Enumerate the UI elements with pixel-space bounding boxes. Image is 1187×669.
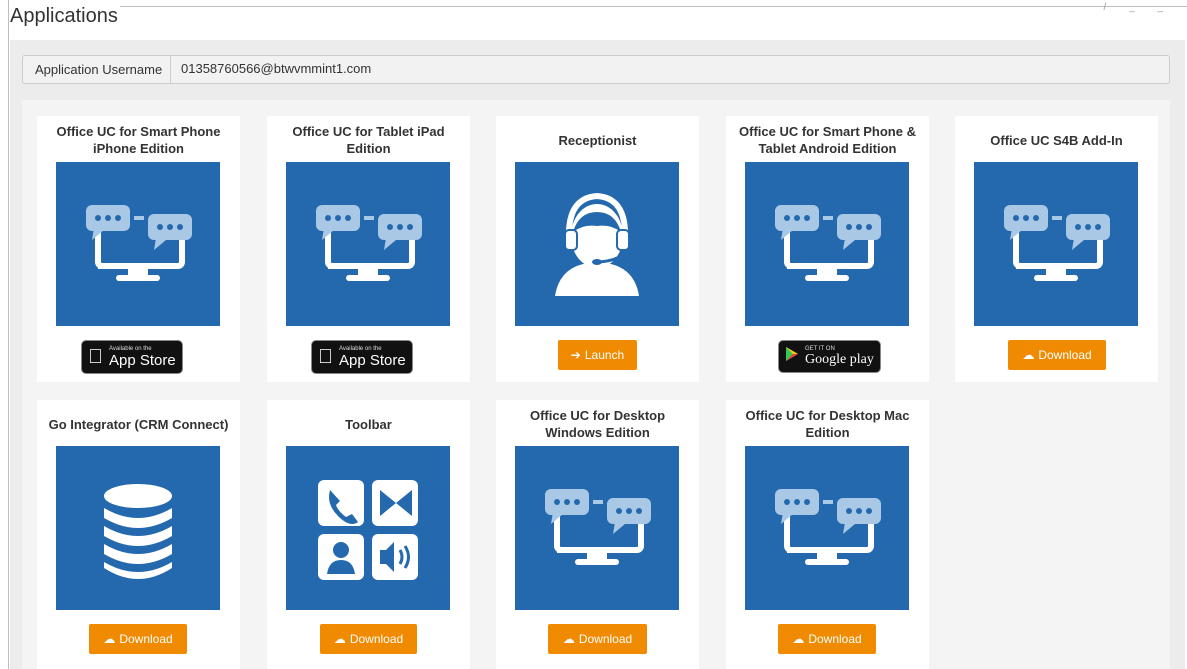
app-card-receptionist: Receptionist ➔ Launch [496,116,699,382]
google-play-badge[interactable]: GET IT ON Google play [778,340,881,373]
launch-button[interactable]: ➔ Launch [558,340,637,370]
apps-grid: Office UC for Smart Phone iPhone Edition… [22,100,1170,669]
app-card-s4b: Office UC S4B Add-In ☁ Download [955,116,1158,382]
app-title: Office UC for Tablet iPad Edition [292,124,445,156]
chat-monitor-icon [745,446,909,610]
download-button[interactable]: ☁ Download [320,624,417,654]
chat-monitor-icon [515,446,679,610]
app-card-go-integrator: Go Integrator (CRM Connect) ☁ Download [37,400,240,669]
app-card-desktop-mac: Office UC for Desktop Mac Edition ☁ Down… [726,400,929,669]
toolbar-icon [286,446,450,610]
top-rule [120,6,1187,7]
username-box: Application Username 01358760566@btwvmmi… [22,55,1170,84]
app-store-badge[interactable]:  Available on the App Store [81,340,183,374]
cloud-download-icon: ☁ [333,632,346,646]
app-title: Office UC S4B Add-In [990,132,1123,148]
apple-icon:  [88,347,103,367]
headset-icon [515,162,679,326]
chat-monitor-icon [286,162,450,326]
play-triangle-icon [785,346,799,367]
app-title: Office UC for Smart Phone iPhone Edition [56,124,221,156]
chat-monitor-icon [745,162,909,326]
cloud-download-icon: ☁ [792,632,805,646]
app-store-badge[interactable]:  Available on the App Store [311,340,413,374]
database-icon [56,446,220,610]
download-button[interactable]: ☁ Download [89,624,187,654]
chat-monitor-icon [56,162,220,326]
cloud-download-icon: ☁ [1022,348,1035,362]
app-card-desktop-windows: Office UC for Desktop Windows Edition ☁ … [496,400,699,669]
download-button[interactable]: ☁ Download [1008,340,1106,370]
left-rule [8,0,9,669]
page-title: Applications [10,5,118,27]
arrow-right-icon: ➔ [570,348,581,362]
app-title: Go Integrator (CRM Connect) [48,416,229,432]
app-title: Toolbar [345,416,392,432]
download-button[interactable]: ☁ Download [548,624,647,654]
cloud-download-icon: ☁ [562,632,575,646]
app-card-android: Office UC for Smart Phone & Tablet Andro… [726,116,929,382]
chat-monitor-icon [974,162,1138,326]
username-value: 01358760566@btwvmmint1.com [181,61,372,76]
app-title: Office UC for Desktop Windows Edition [529,408,666,440]
download-button[interactable]: ☁ Download [778,624,876,654]
app-card-iphone: Office UC for Smart Phone iPhone Edition… [37,116,240,382]
app-title: Receptionist [558,132,637,148]
app-card-toolbar: Toolbar ☁ Download [267,400,470,669]
cloud-download-icon: ☁ [103,632,116,646]
username-label: Application Username [23,56,171,83]
window-corner-marks: / _ _ [1103,2,1173,13]
apple-icon:  [318,347,333,367]
app-title: Office UC for Desktop Mac Edition [745,408,910,440]
app-card-ipad: Office UC for Tablet iPad Edition  Avai… [267,116,470,382]
app-title: Office UC for Smart Phone & Tablet Andro… [739,124,916,156]
